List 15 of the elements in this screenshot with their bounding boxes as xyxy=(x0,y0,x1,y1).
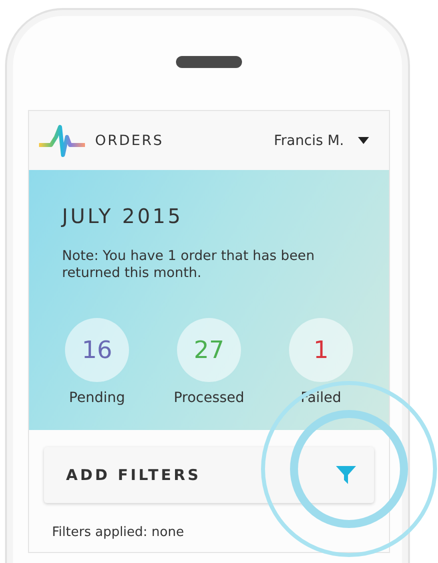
stat-label: Processed xyxy=(174,390,244,406)
filters-applied-text: Filters applied: none xyxy=(51,525,185,540)
user-menu[interactable]: Francis M. xyxy=(274,132,344,148)
speaker-slot xyxy=(176,56,242,68)
pulse-logo-icon xyxy=(39,122,85,158)
month-heading: JULY 2015 xyxy=(62,204,184,228)
returned-note: Note: You have 1 order that has been returned this month. xyxy=(62,248,316,282)
caret-icon[interactable] xyxy=(358,137,369,144)
filter-icon xyxy=(336,465,356,485)
app-title: ORDERS xyxy=(95,132,165,148)
stat-count: 27 xyxy=(177,318,241,382)
stat-count: 16 xyxy=(65,318,129,382)
add-filters-button[interactable]: ADD FILTERS xyxy=(44,447,374,503)
stat-count: 1 xyxy=(289,318,353,382)
stat-label: Pending xyxy=(69,390,125,406)
